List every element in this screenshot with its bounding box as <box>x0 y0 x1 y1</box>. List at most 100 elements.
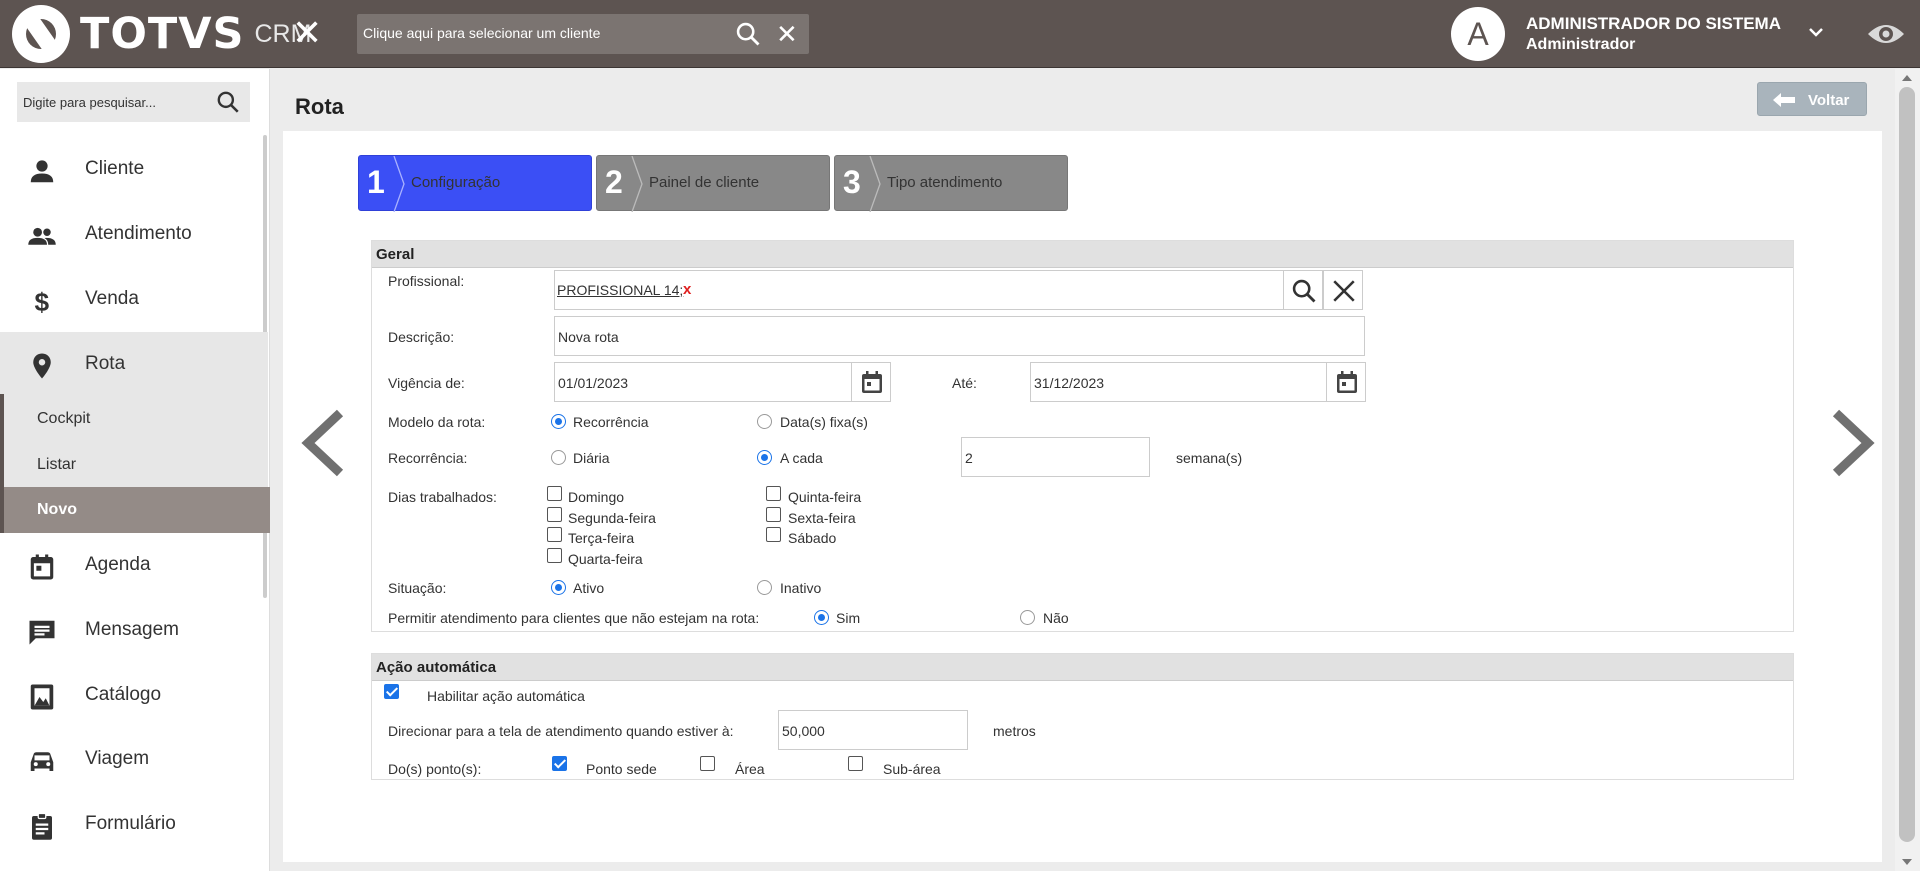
close-icon <box>1333 280 1355 302</box>
sidebar-item-venda[interactable]: $ Venda <box>0 267 268 332</box>
step-separator <box>393 156 405 212</box>
dollar-icon: $ <box>35 287 50 316</box>
chevron-down-icon[interactable] <box>1806 22 1826 42</box>
sidebar-item-agenda[interactable]: Agenda <box>0 533 268 598</box>
chevron-right-icon[interactable] <box>1830 408 1876 478</box>
vigencia-de-calendar-button[interactable] <box>851 362 891 402</box>
dia-quinta-label: Quinta-feira <box>788 489 862 505</box>
step-label: Configuração <box>411 174 501 191</box>
sidebar-item-rota[interactable]: Rota <box>0 332 268 397</box>
step-number: 2 <box>605 164 623 200</box>
sidebar-item-label: Atendimento <box>85 223 192 244</box>
dia-segunda-label: Segunda-feira <box>568 510 656 526</box>
sidebar-item-atendimento[interactable]: Atendimento <box>0 202 268 267</box>
submenu-item-listar[interactable]: Listar <box>37 456 76 474</box>
sidebar-item-label: Rota <box>85 353 126 374</box>
step-tipo-atendimento[interactable]: 3 Tipo atendimento <box>834 155 1068 212</box>
vigencia-ate-input[interactable]: 31/12/2023 <box>1030 362 1328 402</box>
dia-sexta-label: Sexta-feira <box>788 510 856 526</box>
recorrencia-interval-input[interactable]: 2 <box>961 437 1150 477</box>
user-name[interactable]: ADMINISTRADOR DO SISTEMA <box>1526 14 1781 34</box>
remove-profissional-icon[interactable]: x <box>683 281 691 298</box>
page-scrollbar[interactable] <box>1895 69 1920 871</box>
vigencia-de-input[interactable]: 01/01/2023 <box>554 362 852 402</box>
scroll-down-icon[interactable] <box>1902 859 1912 865</box>
modelo-datas-fixas-radio[interactable] <box>757 414 772 429</box>
eye-icon[interactable] <box>1866 16 1906 52</box>
recorrencia-unit: semana(s) <box>1176 450 1243 466</box>
dia-sexta-checkbox[interactable] <box>766 507 781 522</box>
recorrencia-a-cada-radio[interactable] <box>757 450 772 465</box>
scrollbar-thumb[interactable] <box>1899 87 1915 842</box>
arrow-left-icon <box>1773 93 1795 107</box>
dia-quinta-checkbox[interactable] <box>766 486 781 501</box>
sub-area-label: Sub-área <box>883 761 941 777</box>
step-label: Tipo atendimento <box>887 174 1003 191</box>
modelo-label: Modelo da rota: <box>388 414 486 430</box>
habilitar-acao-checkbox[interactable] <box>384 684 399 699</box>
sidebar-item-label: Viagem <box>85 748 150 769</box>
profissional-tag[interactable]: PROFISSIONAL 14; <box>557 282 683 298</box>
avatar[interactable]: A <box>1451 7 1505 61</box>
step-number: 1 <box>367 164 385 200</box>
modelo-recorrencia-radio[interactable] <box>551 414 566 429</box>
people-icon <box>28 227 56 245</box>
ponto-sede-checkbox[interactable] <box>552 756 567 771</box>
sidebar-item-catalogo[interactable]: Catálogo <box>0 663 268 728</box>
search-icon[interactable] <box>734 20 762 48</box>
search-icon[interactable] <box>215 89 241 115</box>
sub-area-checkbox[interactable] <box>848 756 863 771</box>
situacao-inativo-radio[interactable] <box>757 580 772 595</box>
step-label: Painel de cliente <box>649 174 760 191</box>
step-separator <box>869 156 881 212</box>
sidebar-search-input[interactable]: Digite para pesquisar... <box>17 82 250 122</box>
clear-profissional-button[interactable] <box>1323 270 1363 310</box>
search-profissional-button[interactable] <box>1283 270 1323 310</box>
vigencia-ate-calendar-button[interactable] <box>1326 362 1366 402</box>
dia-segunda-checkbox[interactable] <box>547 507 562 522</box>
area-checkbox[interactable] <box>700 756 715 771</box>
profissional-label: Profissional: <box>388 273 465 289</box>
totvs-logo[interactable]: TOTVS CRM <box>12 5 311 63</box>
client-selector[interactable]: Clique aqui para selecionar um cliente ✕ <box>357 14 809 54</box>
sidebar-item-cliente[interactable]: Cliente <box>0 137 268 202</box>
modelo-datas-fixas-label: Data(s) fixa(s) <box>780 414 868 430</box>
dia-quarta-checkbox[interactable] <box>547 548 562 563</box>
permitir-sim-radio[interactable] <box>814 610 829 625</box>
dia-terca-checkbox[interactable] <box>547 527 562 542</box>
sidebar-item-label: Agenda <box>85 554 151 575</box>
recorrencia-diaria-label: Diária <box>573 450 610 466</box>
situacao-ativo-radio[interactable] <box>551 580 566 595</box>
sidebar-item-formulario[interactable]: Formulário <box>0 792 268 857</box>
situacao-inativo-label: Inativo <box>780 580 822 596</box>
dia-sabado-checkbox[interactable] <box>766 527 781 542</box>
step-configuracao[interactable]: 1 Configuração <box>358 155 592 212</box>
sidebar-item-label: Formulário <box>85 813 176 834</box>
recorrencia-label: Recorrência: <box>388 450 468 466</box>
dia-domingo-checkbox[interactable] <box>547 486 562 501</box>
section-title: Geral <box>372 241 1793 268</box>
sidebar-item-mensagem[interactable]: Mensagem <box>0 598 268 663</box>
search-icon <box>1292 279 1316 303</box>
scroll-up-icon[interactable] <box>1902 75 1912 81</box>
sidebar-item-label: Mensagem <box>85 619 179 640</box>
situacao-label: Situação: <box>388 580 447 596</box>
back-button[interactable]: Voltar <box>1757 82 1867 116</box>
step-painel-cliente[interactable]: 2 Painel de cliente <box>596 155 830 212</box>
submenu-item-cockpit[interactable]: Cockpit <box>37 410 90 428</box>
descricao-input[interactable]: Nova rota <box>554 316 1365 356</box>
recorrencia-a-cada-label: A cada <box>780 450 823 466</box>
permitir-nao-radio[interactable] <box>1020 610 1035 625</box>
client-selector-placeholder: Clique aqui para selecionar um cliente <box>363 25 601 41</box>
chevron-left-icon[interactable] <box>300 408 346 478</box>
submenu-item-novo[interactable]: Novo <box>0 487 270 533</box>
sidebar-item-viagem[interactable]: Viagem <box>0 727 268 792</box>
clear-client-icon[interactable]: ✕ <box>776 21 798 47</box>
close-menu-icon[interactable]: ✕ <box>292 15 322 51</box>
distancia-input[interactable]: 50,000 <box>778 710 968 750</box>
recorrencia-diaria-radio[interactable] <box>551 450 566 465</box>
svg-text:$: $ <box>35 287 50 316</box>
ponto-sede-label: Ponto sede <box>586 761 657 777</box>
brand-name: TOTVS <box>80 9 245 59</box>
clipboard-icon <box>32 812 52 840</box>
